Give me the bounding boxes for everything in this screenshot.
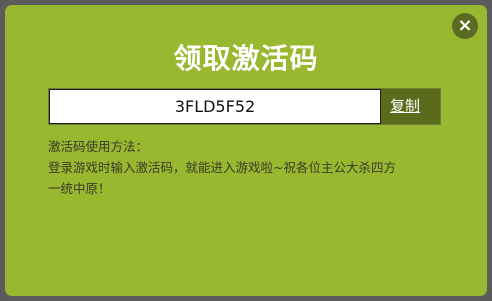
copy-button[interactable]: 复制 <box>381 89 440 124</box>
activation-code-field[interactable] <box>49 89 381 124</box>
instructions: 激活码使用方法： 登录游戏时输入激活码，就能进入游戏啦~祝各位主公大杀四方 一统… <box>48 136 458 199</box>
instructions-line-2: 一统中原！ <box>48 181 111 196</box>
close-icon[interactable]: × <box>452 13 478 39</box>
code-row: 复制 <box>48 88 441 125</box>
instructions-line-1: 登录游戏时输入激活码，就能进入游戏啦~祝各位主公大杀四方 <box>48 160 396 175</box>
activation-code-dialog: × 领取激活码 复制 激活码使用方法： 登录游戏时输入激活码，就能进入游戏啦~祝… <box>0 0 492 301</box>
dialog-title: 领取激活码 <box>173 42 319 75</box>
instructions-heading: 激活码使用方法： <box>48 139 149 154</box>
